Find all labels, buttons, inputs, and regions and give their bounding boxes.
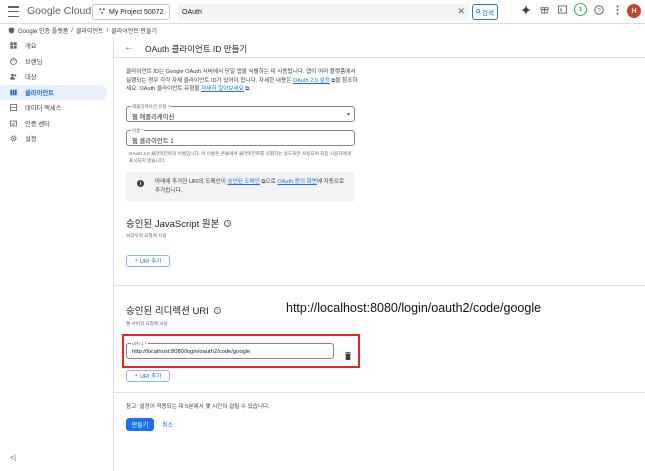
data-access-icon	[10, 104, 17, 112]
add-redirect-uri-button[interactable]: + URI 추가	[126, 370, 170, 382]
gemini-sparkle-icon[interactable]	[520, 4, 532, 16]
top-icons: 1 ?	[520, 3, 623, 16]
name-field-label: 이름 *	[131, 128, 145, 134]
breadcrumb-separator: /	[106, 27, 109, 34]
collapse-sidebar-icon[interactable]: <|	[10, 455, 16, 462]
consent-screen-link[interactable]: OAuth 동의 화면	[277, 179, 317, 185]
sidebar-item-verification[interactable]: 인증 센터	[0, 116, 113, 132]
search-button-label: 검색	[482, 10, 494, 17]
back-arrow-icon[interactable]: ←	[124, 42, 134, 53]
js-origins-subtitle: 브라우저 요청에 사용	[126, 233, 167, 238]
breadcrumb-item-clients[interactable]: 클라이언트	[76, 26, 104, 35]
js-origins-section-title: 승인된 JavaScript 원본 ?	[126, 216, 232, 230]
application-type-select[interactable]: 애플리케이션 유형 * 웹 애플리케이션 ▾	[126, 104, 355, 122]
name-help-text: OAuth 2.0 클라이언트의 이름입니다. 이 이름은 콘솔에서 클라이언트…	[129, 151, 351, 163]
sidebar-item-branding[interactable]: 브랜딩	[0, 54, 113, 70]
trash-icon[interactable]	[345, 347, 351, 360]
avatar[interactable]: H	[627, 4, 641, 18]
breadcrumb: Google 인증 플랫폼 / 클라이언트 / 클라이언트 만들기	[8, 24, 645, 37]
notification-count-badge[interactable]: 1	[574, 3, 587, 16]
name-field-value: 웹 클라이언트 1	[132, 138, 174, 145]
help-icon[interactable]: ?	[224, 219, 232, 227]
info-text: 아래에 추가한 URI의 도메인이 승인된 도메인 ⧉으로 OAuth 동의 화…	[155, 178, 350, 195]
info-text-part: 으로	[265, 179, 278, 185]
sidebar-item-label: 개요	[25, 43, 37, 51]
redirect-uris-subtitle: 웹 서버의 요청에 사용	[126, 321, 168, 326]
sidebar-item-label: 클라이언트	[25, 89, 54, 97]
cancel-button[interactable]: 취소	[162, 418, 173, 431]
info-box: i 아래에 추가한 URI의 도메인이 승인된 도메인 ⧉으로 OAuth 동의…	[126, 172, 355, 202]
shield-icon	[8, 27, 15, 34]
redirect-uris-section-title: 승인된 리디렉션 URI ?	[126, 303, 221, 317]
intro-text-part: .	[249, 86, 251, 92]
breadcrumb-item-platform[interactable]: Google 인증 플랫폼	[18, 26, 68, 35]
redirect-uri-value: http://localhost:8080/login/oauth2/code/…	[132, 349, 251, 355]
page-title: OAuth 클라이언트 ID 만들기	[145, 44, 248, 54]
project-name: My Project 50072	[109, 8, 164, 16]
help-icon[interactable]: ?	[213, 306, 221, 314]
redirect-uri-label: URI 1 *	[131, 341, 148, 346]
add-redirect-uri-label: URI 추가	[139, 374, 162, 380]
gift-icon[interactable]	[538, 4, 550, 16]
learn-more-link[interactable]: 자세히 알아보세요	[201, 86, 244, 92]
info-icon: i	[137, 180, 144, 187]
dashboard-icon	[10, 42, 17, 49]
hamburger-menu-icon[interactable]	[8, 6, 19, 17]
top-bar: Google Cloud My Project 50072 ✕ 검색 1 ?	[0, 0, 645, 24]
dropdown-caret-icon: ▾	[346, 112, 350, 118]
application-type-label: 애플리케이션 유형 *	[131, 104, 171, 110]
search-bar[interactable]: ✕	[178, 4, 469, 20]
redirect-uris-title: 승인된 리디렉션 URI	[126, 306, 209, 317]
help-icon[interactable]: ?	[593, 4, 605, 16]
authorized-domains-link[interactable]: 승인된 도메인	[227, 179, 259, 185]
oauth-setup-link[interactable]: OAuth 2.0 설정	[293, 78, 330, 84]
terminal-icon[interactable]	[556, 4, 568, 16]
project-selector[interactable]: My Project 50072	[92, 4, 170, 20]
project-icon	[99, 8, 105, 16]
sidebar-item-label: 인증 센터	[25, 120, 50, 128]
name-field[interactable]: 이름 * 웹 클라이언트 1	[126, 128, 355, 146]
gear-icon	[10, 135, 17, 142]
plus-icon: +	[134, 258, 138, 264]
intro-text: 클라이언트 ID는 Google OAuth 서버에서 단일 앱을 식별하는 데…	[126, 68, 358, 94]
search-icon	[476, 8, 481, 16]
sidebar-item-label: 설정	[25, 136, 37, 144]
sidebar-item-label: 데이터 액세스	[25, 105, 62, 113]
sidebar-item-data-access[interactable]: 데이터 액세스	[0, 100, 113, 116]
info-text-part: 아래에 추가한 URI의 도메인이	[155, 179, 228, 185]
note-text: 참고: 설정이 적용되는 데 5분에서 몇 시간이 걸릴 수 있습니다.	[126, 404, 270, 410]
plus-icon: +	[134, 373, 138, 379]
people-icon	[10, 73, 17, 80]
sidebar-item-label: 대상	[25, 74, 37, 82]
redirect-uri-field[interactable]: URI 1 * http://localhost:8080/login/oaut…	[126, 341, 334, 359]
sidebar-item-clients[interactable]: 클라이언트	[0, 84, 107, 100]
create-button[interactable]: 만들기	[126, 418, 154, 431]
section-divider	[114, 392, 645, 393]
add-js-origin-label: URI 추가	[139, 259, 162, 265]
search-button[interactable]: 검색	[472, 4, 498, 20]
more-vert-icon[interactable]	[611, 4, 623, 16]
sidebar-item-audience[interactable]: 대상	[0, 69, 113, 85]
verification-icon	[10, 120, 17, 127]
application-type-value: 웹 애플리케이션	[132, 114, 175, 121]
sidebar: 개요 브랜딩 대상 클라이언트 데이터 액세스 인증 센터 설정 <|	[0, 38, 114, 471]
sidebar-item-label: 브랜딩	[25, 58, 43, 66]
js-origins-title: 승인된 JavaScript 원본	[126, 219, 220, 230]
add-js-origin-button[interactable]: + URI 추가	[126, 255, 170, 267]
sidebar-item-overview[interactable]: 개요	[0, 38, 113, 54]
breadcrumb-separator: /	[71, 27, 73, 34]
annotation-url: http://localhost:8080/login/oauth2/code/…	[286, 301, 542, 315]
logo-cloud: Cloud	[60, 5, 92, 17]
page-header: ← OAuth 클라이언트 ID 만들기	[114, 38, 645, 58]
key-icon	[10, 89, 17, 96]
logo-google: Google	[27, 5, 61, 17]
search-input[interactable]	[178, 8, 428, 16]
sidebar-item-settings[interactable]: 설정	[0, 131, 113, 147]
section-divider	[114, 285, 645, 286]
clear-icon[interactable]: ✕	[457, 6, 465, 17]
breadcrumb-item-create: 클라이언트 만들기	[111, 29, 158, 35]
palette-icon	[10, 57, 17, 65]
google-cloud-logo[interactable]: Google Cloud	[27, 5, 91, 17]
